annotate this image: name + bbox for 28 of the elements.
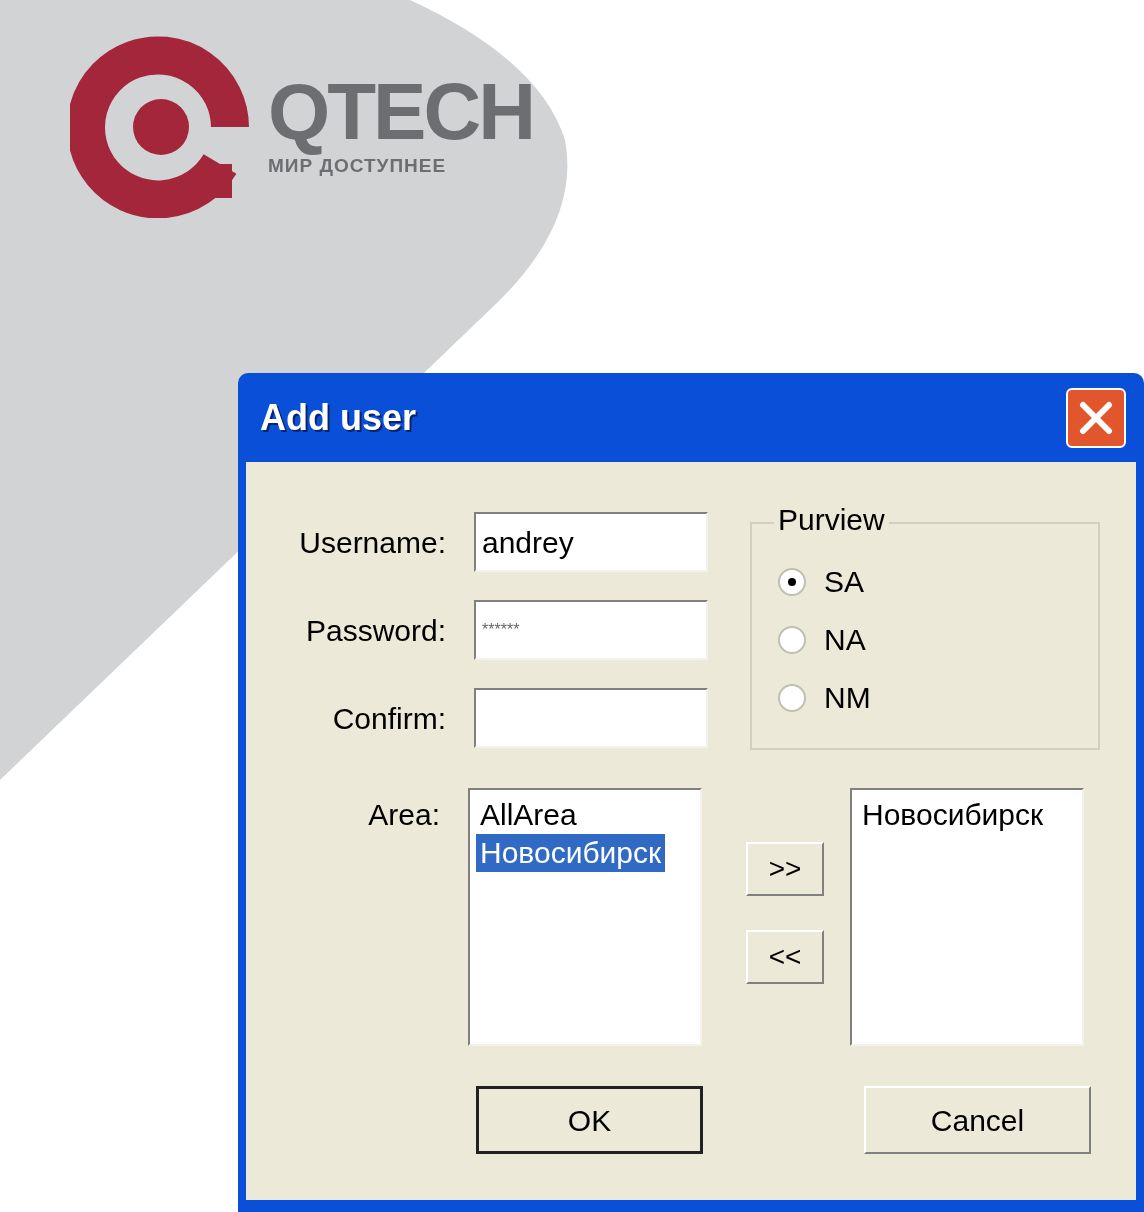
input-field[interactable]: ****** xyxy=(474,600,708,660)
area-label: Area: xyxy=(367,797,440,833)
input-field[interactable] xyxy=(474,688,708,748)
logo-icon xyxy=(70,35,252,218)
logo-name: QTECH xyxy=(268,72,533,153)
list-box[interactable]: AllArea Новосибирск xyxy=(468,788,702,1046)
list-box[interactable]: Новосибирск xyxy=(850,788,1084,1046)
window-title: Add user xyxy=(260,395,417,440)
radio-button[interactable] xyxy=(778,568,806,596)
field-label: Confirm: xyxy=(331,700,447,737)
radio-button[interactable] xyxy=(778,626,806,654)
radio-label: NA xyxy=(824,622,866,658)
field-label: Username: xyxy=(298,524,447,561)
list-item[interactable]: Новосибирск xyxy=(858,796,1048,834)
radio-label: SA xyxy=(824,564,865,600)
dialog-button[interactable]: OK xyxy=(476,1086,703,1154)
list-item[interactable]: AllArea xyxy=(476,796,581,834)
logo-tagline: МИР ДОСТУПНЕЕ xyxy=(268,155,448,179)
radio-label: NM xyxy=(824,680,871,716)
input-field[interactable]: andrey xyxy=(474,512,708,572)
radio-button[interactable] xyxy=(778,684,806,712)
list-item[interactable]: Новосибирск xyxy=(476,834,666,872)
move-button[interactable]: << xyxy=(746,930,824,984)
move-button[interactable]: >> xyxy=(746,842,824,896)
dialog-button[interactable]: Cancel xyxy=(864,1086,1091,1154)
close-icon xyxy=(1079,400,1113,435)
close-button[interactable] xyxy=(1066,387,1126,448)
field-label: Password: xyxy=(304,612,447,649)
